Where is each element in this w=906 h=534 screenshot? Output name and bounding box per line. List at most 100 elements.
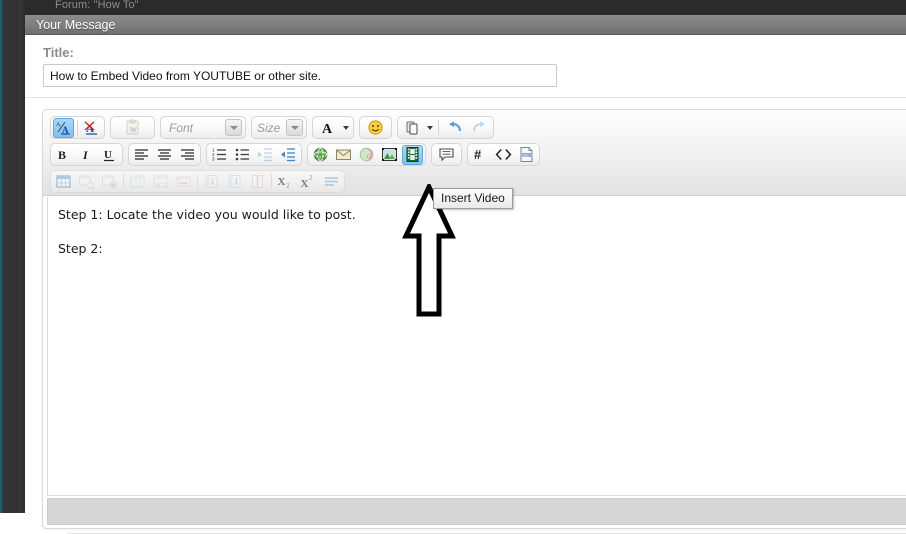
align-right-icon[interactable]: [177, 145, 198, 165]
paste-from-word-icon[interactable]: W: [122, 118, 143, 138]
undo-icon[interactable]: [445, 118, 466, 138]
editor-content-area[interactable]: Step 1: Locate the video you would like …: [47, 197, 906, 496]
window-edge-accent: [0, 0, 5, 513]
superscript-glyph: X 2: [301, 174, 314, 190]
angle-brackets-glyph: [495, 148, 512, 161]
merge-cells-icon[interactable]: [150, 172, 171, 192]
left-window-gutter: [0, 0, 25, 513]
insert-column-left-icon[interactable]: [201, 172, 222, 192]
unlink-icon[interactable]: [356, 145, 377, 165]
insert-quote-icon[interactable]: [436, 145, 457, 165]
code-icon[interactable]: [493, 145, 514, 165]
underline-glyph: U: [104, 149, 114, 162]
insert-row-icon[interactable]: [127, 172, 148, 192]
align-left-icon[interactable]: [131, 145, 152, 165]
paragraph-lines-glyph: [325, 177, 338, 186]
align-right-glyph: [181, 149, 194, 160]
message-panel-header: Your Message: [25, 15, 906, 35]
insert-email-icon[interactable]: [333, 145, 354, 165]
delete-column-glyph: [252, 175, 263, 188]
divider: [77, 120, 78, 135]
svg-text:3: 3: [212, 157, 215, 162]
title-input[interactable]: [43, 64, 557, 87]
film-video-glyph: [406, 147, 419, 162]
split-cell-glyph: [176, 176, 191, 187]
redo-icon[interactable]: [468, 118, 489, 138]
svg-text:#: #: [474, 147, 482, 162]
indent-glyph: [281, 148, 295, 162]
remove-format-icon[interactable]: A: [81, 118, 102, 138]
font-size-select[interactable]: Size: [251, 116, 307, 139]
outdent-icon[interactable]: [255, 145, 276, 165]
smiley-icon[interactable]: [365, 118, 386, 138]
attachment-icon[interactable]: [402, 118, 423, 138]
unlink-globe-glyph: [359, 147, 374, 162]
title-field-label: Title:: [43, 45, 74, 60]
underline-icon[interactable]: U: [99, 145, 120, 165]
text-color-glyph: A: [322, 122, 333, 136]
insert-image-icon[interactable]: [379, 145, 400, 165]
insert-table-icon[interactable]: [53, 172, 74, 192]
ordered-list-icon[interactable]: 1 2 3: [209, 145, 230, 165]
delete-table-icon[interactable]: [99, 172, 120, 192]
svg-text:A: A: [56, 122, 61, 128]
svg-text:B: B: [58, 148, 66, 162]
delete-column-icon[interactable]: [247, 172, 268, 192]
php-file-glyph: php: [520, 147, 533, 162]
column-left-glyph: [205, 175, 218, 188]
bullet-list-glyph: [235, 148, 249, 161]
italic-icon[interactable]: I: [76, 145, 97, 165]
code-group: # php: [467, 143, 540, 166]
table-properties-glyph: [79, 175, 95, 190]
undo-glyph: [449, 121, 461, 132]
indent-icon[interactable]: [278, 145, 299, 165]
bold-icon[interactable]: B: [53, 145, 74, 165]
insert-media-group: [307, 143, 426, 166]
svg-text:U: U: [104, 149, 112, 161]
redo-glyph: [473, 121, 485, 132]
message-panel-body: Title: A A: [25, 35, 906, 534]
table-properties-icon[interactable]: [76, 172, 97, 192]
toolbar-row-2: B I U 1 2 3 # php: [50, 141, 906, 168]
toggle-source-icon[interactable]: A A: [53, 117, 74, 138]
chevron-down-icon[interactable]: [286, 119, 303, 136]
divider: [438, 120, 439, 135]
window-edge-inner: [19, 0, 25, 513]
alignment-group: [128, 143, 201, 166]
svg-text:X: X: [301, 178, 309, 190]
hash-icon[interactable]: #: [470, 145, 491, 165]
toolbar-row-1: A A A W Font Size A: [50, 114, 906, 141]
quote-group: [431, 143, 462, 166]
font-select-label: Font: [169, 120, 194, 135]
panel-title: Your Message: [36, 18, 116, 32]
rich-text-editor: A A A W Font Size A B I U 1 2 3 # php X …: [42, 109, 906, 529]
insert-link-icon[interactable]: [310, 145, 331, 165]
merge-cells-glyph: [153, 175, 168, 188]
align-center-icon[interactable]: [154, 145, 175, 165]
divider: [197, 174, 198, 189]
paragraph-format-icon[interactable]: [321, 172, 342, 192]
font-family-select[interactable]: Font: [160, 116, 246, 139]
chevron-down-icon[interactable]: [225, 119, 242, 136]
list-indent-group: 1 2 3: [206, 143, 302, 166]
paste-group: W: [110, 116, 155, 139]
text-color-icon[interactable]: A: [318, 118, 339, 138]
align-center-glyph: [158, 149, 171, 160]
insert-column-right-icon[interactable]: [224, 172, 245, 192]
svg-text:A: A: [322, 122, 333, 136]
attachment-glyph: [406, 121, 418, 135]
chevron-down-icon[interactable]: [427, 125, 433, 130]
smiley-glyph: [368, 120, 383, 135]
editor-toolbar: A A A W Font Size A B I U 1 2 3 # php X …: [43, 110, 906, 196]
split-cell-icon[interactable]: [173, 172, 194, 192]
unordered-list-icon[interactable]: [232, 145, 253, 165]
breadcrumb: Forum: "How To": [55, 0, 139, 11]
subscript-glyph: X 2: [278, 176, 291, 190]
insert-video-icon[interactable]: [402, 144, 423, 165]
php-code-icon[interactable]: php: [516, 145, 537, 165]
subscript-icon[interactable]: X 2: [275, 172, 296, 192]
svg-text:W: W: [130, 126, 137, 134]
chevron-down-icon[interactable]: [343, 125, 349, 130]
superscript-icon[interactable]: X 2: [298, 172, 319, 192]
italic-glyph: I: [82, 148, 89, 162]
